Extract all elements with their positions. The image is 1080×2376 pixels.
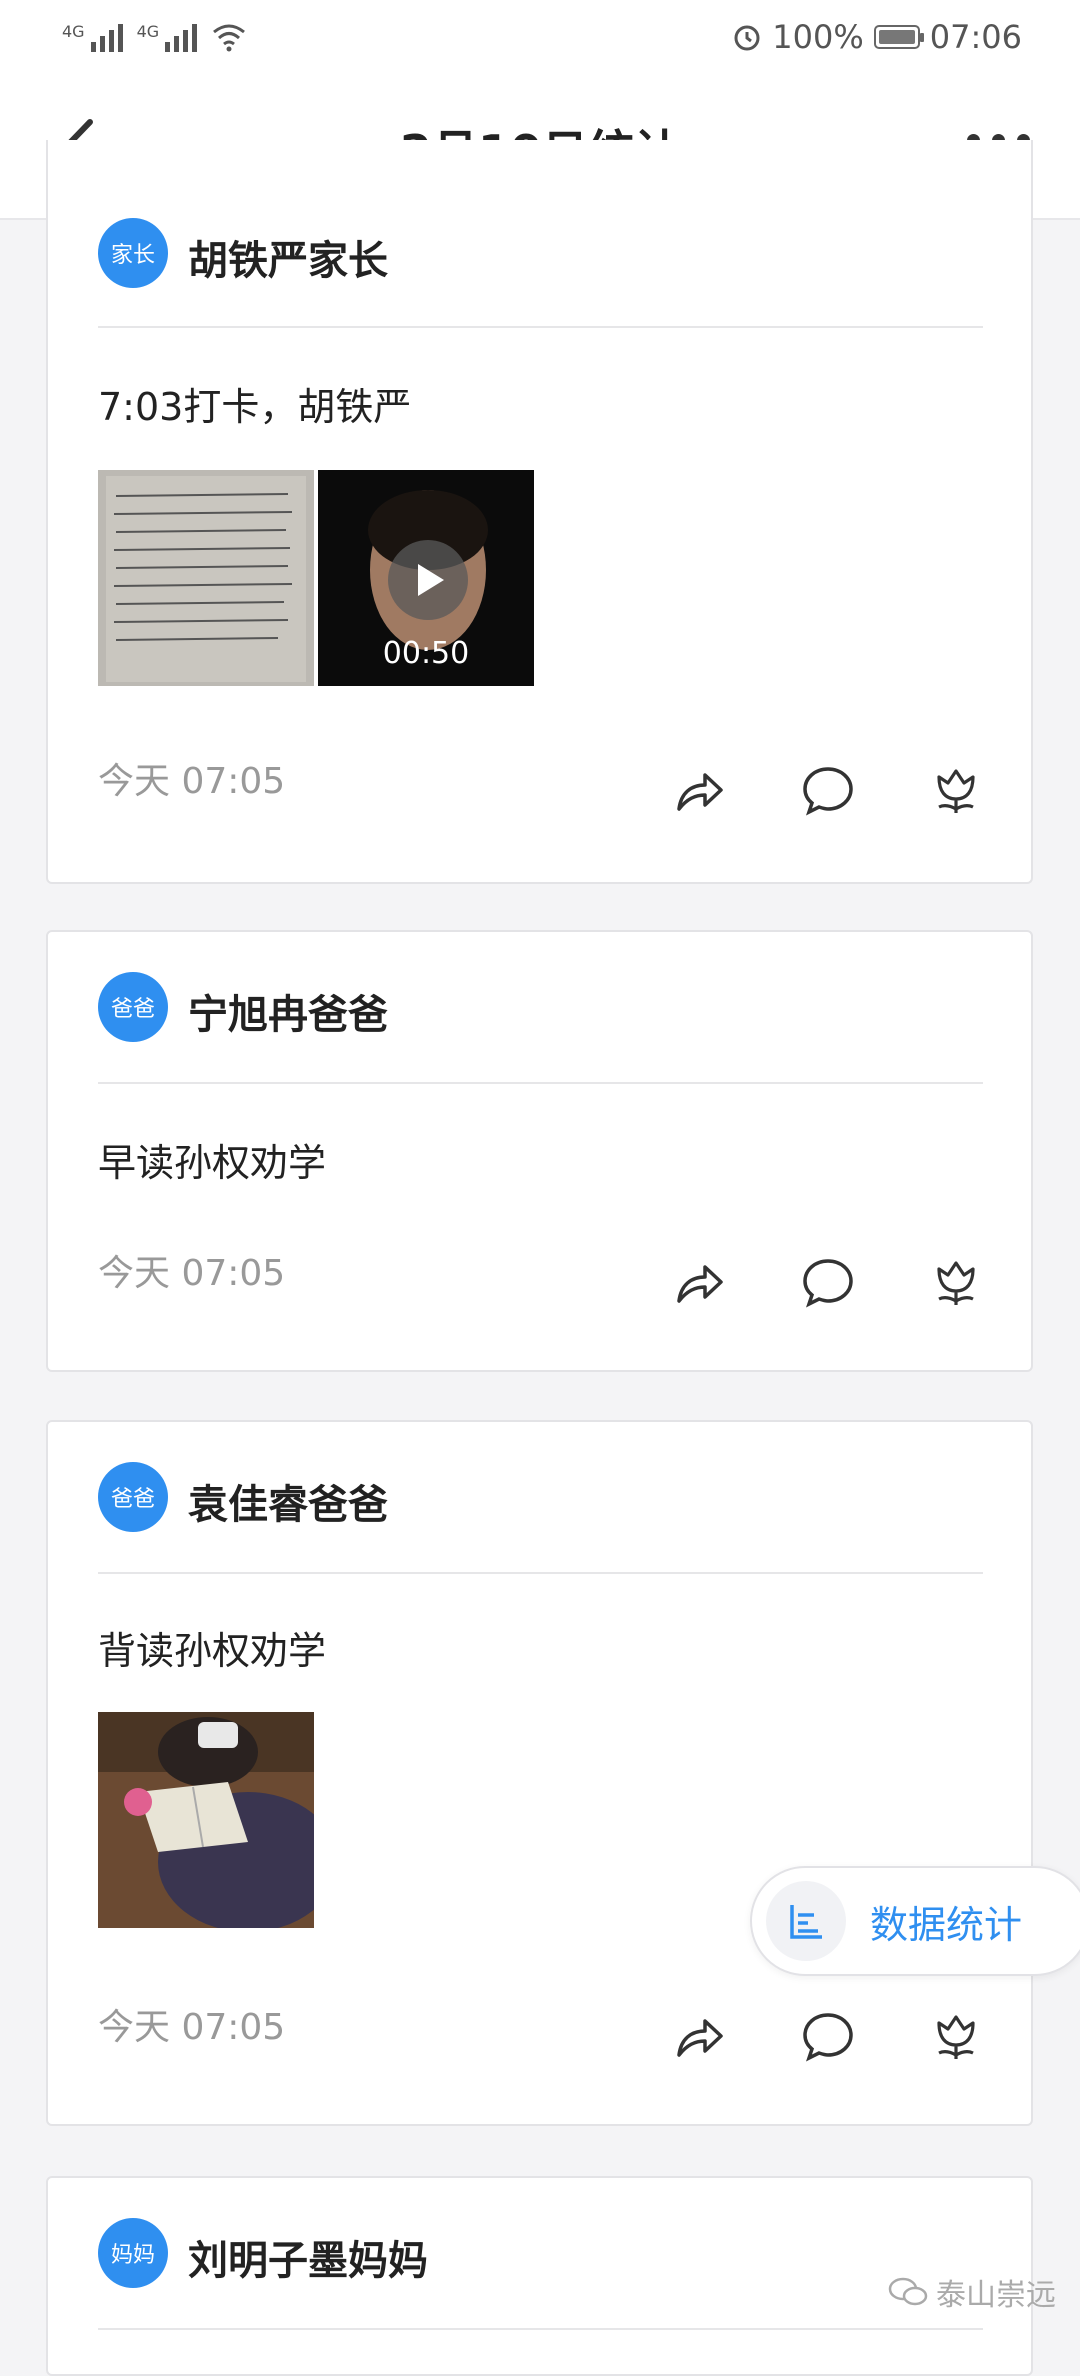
signal-icon: 4G — [137, 22, 198, 52]
role-badge: 家长 — [98, 218, 168, 288]
flower-icon — [937, 769, 975, 813]
post-text: 7:03打卡，胡铁严 — [98, 385, 412, 429]
role-badge: 爸爸 — [98, 1462, 168, 1532]
handwriting-image — [98, 470, 314, 686]
wifi-icon — [213, 24, 246, 52]
share-icon — [677, 1265, 723, 1303]
divider — [98, 326, 983, 328]
comment-button[interactable] — [727, 760, 855, 820]
role-badge: 妈妈 — [98, 2218, 168, 2288]
comment-icon — [803, 2013, 853, 2062]
post-text: 早读孙权劝学 — [98, 1141, 327, 1185]
data-stats-button[interactable]: 数据统计 — [750, 1866, 1080, 1976]
video-duration: 00:50 — [382, 636, 470, 671]
flower-button[interactable] — [855, 2006, 983, 2066]
post-card: 妈妈 刘明子墨妈妈 — [46, 2176, 1033, 2376]
post-card: 爸爸 宁旭冉爸爸 早读孙权劝学 今天 07:05 — [46, 930, 1033, 1372]
flower-button[interactable] — [855, 760, 983, 820]
flower-icon — [937, 2015, 975, 2059]
role-badge: 爸爸 — [98, 972, 168, 1042]
post-text: 背读孙权劝学 — [98, 1629, 327, 1673]
share-button[interactable] — [599, 2006, 727, 2066]
watermark-text: 泰山崇远 — [936, 2278, 1056, 2313]
divider — [98, 2328, 983, 2330]
image-thumbnail[interactable] — [98, 1712, 314, 1928]
author-name[interactable]: 宁旭冉爸爸 — [188, 982, 388, 1040]
share-button[interactable] — [599, 1252, 727, 1312]
status-bar: 4G 4G 100% 07:06 — [0, 0, 1080, 74]
author-name[interactable]: 胡铁严家长 — [188, 228, 388, 286]
author-name[interactable]: 袁佳睿爸爸 — [188, 1472, 388, 1530]
action-bar — [599, 1252, 983, 1312]
action-bar — [599, 2006, 983, 2066]
share-icon — [677, 2019, 723, 2057]
study-photo — [98, 1712, 314, 1928]
divider — [98, 1572, 983, 1574]
signal-icon: 4G — [62, 22, 123, 52]
post-card: 爸爸 袁佳睿爸爸 背读孙权劝学 今天 07:05 — [46, 1420, 1033, 2126]
post-time: 今天 07:05 — [98, 2007, 286, 2048]
wechat-icon — [888, 2277, 928, 2306]
divider — [98, 1082, 983, 1084]
battery-percent: 100% — [772, 18, 864, 56]
watermark: 泰山崇远 — [888, 2270, 1056, 2314]
flower-icon — [937, 1261, 975, 1305]
data-stats-label: 数据统计 — [870, 1902, 1023, 1947]
post-time: 今天 07:05 — [98, 761, 286, 802]
post-time: 今天 07:05 — [98, 1253, 286, 1294]
flower-button[interactable] — [855, 1252, 983, 1312]
signal-group: 4G 4G — [62, 22, 247, 52]
comment-icon — [803, 767, 853, 816]
battery-icon — [873, 25, 924, 49]
video-thumbnail[interactable]: 00:50 — [318, 470, 534, 686]
comment-icon — [803, 1259, 853, 1308]
stats-icon — [766, 1881, 846, 1961]
post-card: 家长 胡铁严家长 7:03打卡，胡铁严 00:50 今天 07:05 — [46, 140, 1033, 884]
action-bar — [599, 760, 983, 820]
clock: 07:06 — [929, 18, 1022, 56]
author-name[interactable]: 刘明子墨妈妈 — [188, 2228, 428, 2286]
share-icon — [677, 773, 723, 811]
comment-button[interactable] — [727, 2006, 855, 2066]
share-button[interactable] — [599, 760, 727, 820]
status-right: 100% 07:06 — [732, 18, 1022, 56]
comment-button[interactable] — [727, 1252, 855, 1312]
alarm-icon — [734, 25, 760, 51]
image-thumbnail[interactable] — [98, 470, 314, 686]
